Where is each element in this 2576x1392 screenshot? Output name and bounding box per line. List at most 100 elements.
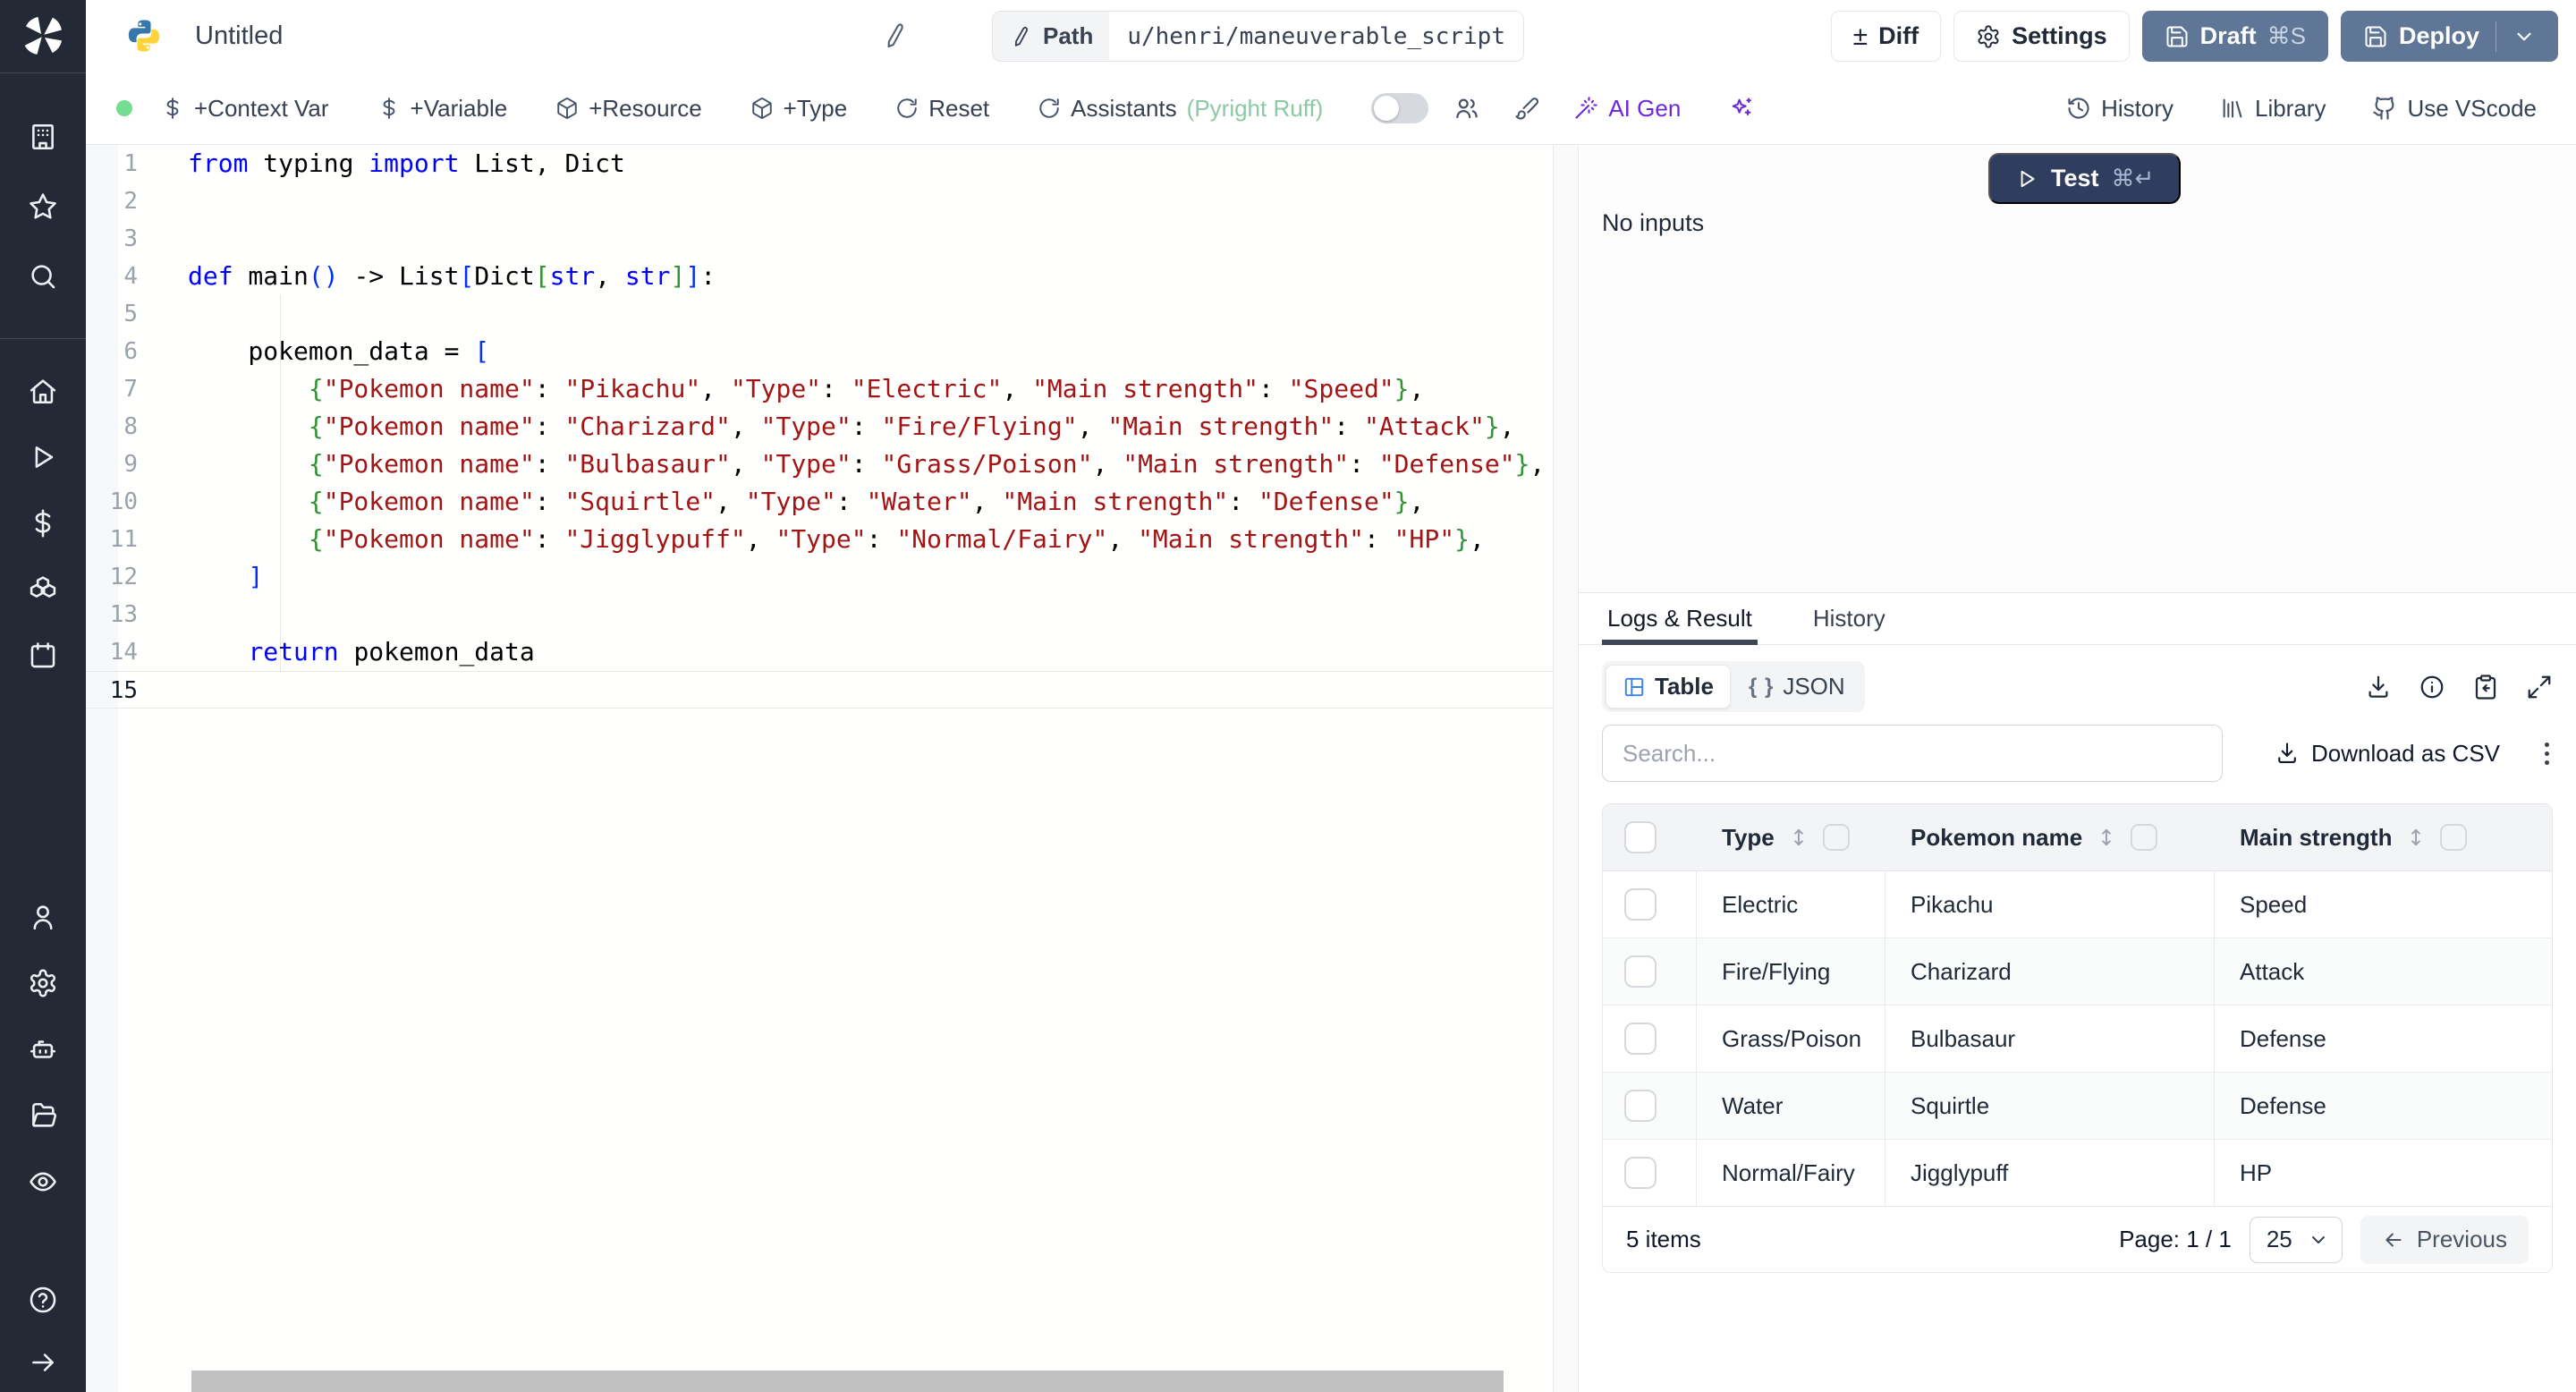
collaborators-button[interactable] [1453, 95, 1480, 122]
row-checkbox[interactable] [1624, 1090, 1657, 1122]
editor-line[interactable]: 3 [86, 220, 1553, 258]
windmill-logo-icon[interactable] [0, 13, 86, 59]
editor-line[interactable]: 12 ] [86, 558, 1553, 596]
view-json-option[interactable]: { } JSON [1733, 666, 1861, 708]
draft-button[interactable]: Draft ⌘S [2141, 11, 2328, 62]
editor-horizontal-scrollbar[interactable] [191, 1371, 1504, 1392]
diff-button[interactable]: ± Diff [1830, 11, 1942, 62]
view-table-option[interactable]: Table [1606, 665, 1731, 709]
script-path-field[interactable]: Path u/henri/maneuverable_script [992, 11, 1524, 62]
expand-result-icon[interactable] [2526, 674, 2553, 700]
add-context-var-button[interactable]: +Context Var [161, 95, 329, 123]
sort-icon[interactable] [2095, 826, 2118, 849]
folder-icon[interactable] [28, 1100, 58, 1131]
row-checkbox[interactable] [1624, 821, 1657, 853]
row-checkbox[interactable] [1624, 888, 1657, 921]
line-number[interactable]: 8 [86, 408, 188, 446]
editor-line[interactable]: 9 {"Pokemon name": "Bulbasaur", "Type": … [86, 446, 1553, 483]
editor-line[interactable]: 11 {"Pokemon name": "Jigglypuff", "Type"… [86, 521, 1553, 558]
editor-line[interactable]: 13 [86, 596, 1553, 633]
tab-logs-and-result[interactable]: Logs & Result [1602, 593, 1758, 645]
sort-icon[interactable] [1787, 826, 1810, 849]
column-filter-checkbox[interactable] [1822, 824, 1850, 851]
column-filter-checkbox[interactable] [2440, 824, 2468, 851]
ai-sparkles-button[interactable] [1729, 96, 1754, 121]
library-button[interactable]: Library [2220, 95, 2326, 123]
line-number[interactable]: 9 [86, 446, 188, 483]
editor-line[interactable]: 8 {"Pokemon name": "Charizard", "Type": … [86, 408, 1553, 446]
page-size-select[interactable]: 25 [2249, 1216, 2343, 1263]
line-number[interactable]: 4 [86, 258, 188, 295]
table-row[interactable]: Fire/Flying Charizard Attack [1603, 938, 2552, 1006]
previous-page-button[interactable]: Previous [2360, 1215, 2529, 1264]
line-number[interactable]: 5 [86, 295, 188, 333]
line-number[interactable]: 13 [86, 596, 188, 633]
editor-line[interactable]: 6 pokemon_data = [ [86, 333, 1553, 370]
editor-line[interactable]: 7 {"Pokemon name": "Pikachu", "Type": "E… [86, 370, 1553, 408]
line-number[interactable]: 11 [86, 521, 188, 558]
sort-icon[interactable] [2404, 826, 2428, 849]
line-number[interactable]: 6 [86, 333, 188, 370]
star-icon[interactable] [28, 191, 58, 222]
download-csv-button[interactable]: Download as CSV [2275, 740, 2500, 768]
table-search-input[interactable] [1602, 725, 2223, 782]
test-run-button[interactable]: Test ⌘↵ [1988, 153, 2182, 204]
editor-line[interactable]: 1 from typing import List, Dict [86, 145, 1553, 182]
row-checkbox[interactable] [1624, 1157, 1657, 1189]
line-number[interactable]: 15 [86, 672, 188, 708]
multiplayer-toggle[interactable] [1371, 93, 1429, 123]
user-icon[interactable] [28, 902, 58, 932]
bot-icon[interactable] [28, 1034, 58, 1065]
line-number[interactable]: 3 [86, 220, 188, 258]
use-vscode-button[interactable]: Use VScode [2372, 95, 2537, 123]
deploy-dropdown[interactable] [2496, 21, 2536, 52]
download-result-icon[interactable] [2365, 674, 2392, 700]
add-variable-button[interactable]: +Variable [377, 95, 507, 123]
help-icon[interactable] [28, 1285, 58, 1315]
home-icon[interactable] [28, 376, 58, 406]
tab-history[interactable]: History [1808, 593, 1891, 644]
settings-button[interactable]: Settings [1953, 11, 2130, 62]
table-row[interactable]: Water Squirtle Defense [1603, 1073, 2552, 1140]
editor-line[interactable]: 10 {"Pokemon name": "Squirtle", "Type": … [86, 483, 1553, 521]
history-button[interactable]: History [2066, 95, 2174, 123]
line-number[interactable]: 2 [86, 182, 188, 220]
editor-line[interactable]: 15 [86, 671, 1553, 709]
table-row[interactable]: Electric Pikachu Speed [1603, 871, 2552, 938]
edit-summary-pencil-icon[interactable] [880, 21, 909, 50]
editor-line[interactable]: 5 [86, 295, 1553, 333]
code-editor[interactable]: 1 from typing import List, Dict 2 3 4 def mai… [86, 145, 1554, 1392]
building-icon[interactable] [28, 122, 58, 152]
ai-gen-button[interactable]: AI Gen [1573, 95, 1681, 123]
table-row[interactable]: Grass/Poison Bulbasaur Defense [1603, 1006, 2552, 1073]
search-icon[interactable] [28, 261, 58, 292]
arrow-right-icon[interactable] [28, 1347, 58, 1378]
line-number[interactable]: 12 [86, 558, 188, 596]
editor-line[interactable]: 14 return pokemon_data [86, 633, 1553, 671]
editor-line[interactable]: 2 [86, 182, 1553, 220]
boxes-icon[interactable] [28, 574, 58, 605]
line-number[interactable]: 10 [86, 483, 188, 521]
dollar-icon[interactable] [28, 508, 58, 539]
path-value[interactable]: u/henri/maneuverable_script [1109, 12, 1523, 61]
reset-button[interactable]: Reset [895, 95, 989, 123]
table-more-menu[interactable] [2541, 739, 2553, 768]
gear-icon[interactable] [28, 968, 58, 998]
result-info-icon[interactable] [2419, 674, 2445, 700]
column-filter-checkbox[interactable] [2131, 824, 2158, 851]
line-number[interactable]: 7 [86, 370, 188, 408]
row-checkbox[interactable] [1624, 955, 1657, 988]
table-row[interactable]: Normal/Fairy Jigglypuff HP [1603, 1140, 2552, 1206]
panel-splitter[interactable] [1554, 145, 1579, 1392]
line-number[interactable]: 14 [86, 633, 188, 671]
play-icon[interactable] [28, 442, 58, 472]
editor-line[interactable]: 4 def main() -> List[Dict[str, str]]: [86, 258, 1553, 295]
add-type-button[interactable]: +Type [750, 95, 847, 123]
calendar-icon[interactable] [28, 641, 58, 671]
deploy-button[interactable]: Deploy [2340, 11, 2558, 62]
add-resource-button[interactable]: +Resource [555, 95, 702, 123]
line-number[interactable]: 1 [86, 145, 188, 182]
row-checkbox[interactable] [1624, 1023, 1657, 1055]
eye-icon[interactable] [28, 1167, 58, 1197]
assistants-button[interactable]: Assistants (Pyright Ruff) [1038, 95, 1323, 123]
